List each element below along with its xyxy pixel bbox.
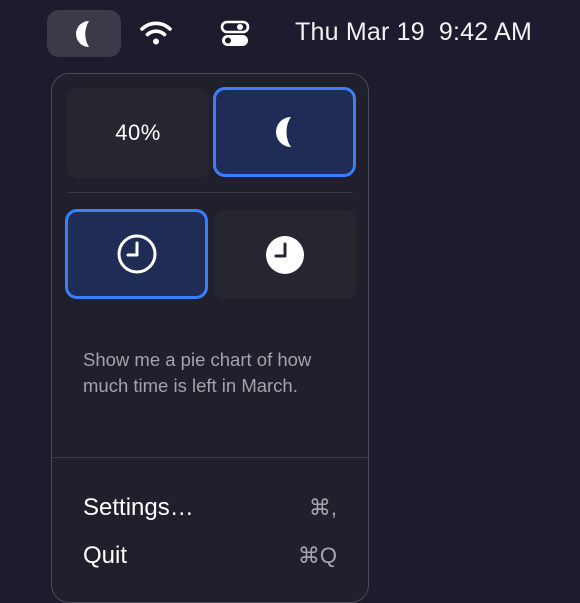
settings-label: Settings… (83, 494, 194, 521)
control-center-status-item[interactable] (220, 19, 250, 49)
menubar-date: Thu Mar 19 (295, 18, 425, 46)
quit-menu-item[interactable]: Quit ⌘Q (83, 539, 337, 573)
wifi-icon (140, 21, 172, 45)
quit-label: Quit (83, 542, 128, 569)
quit-shortcut: ⌘Q (297, 543, 337, 568)
clock-filled-option[interactable] (214, 210, 356, 299)
control-center-icon (220, 20, 250, 46)
clock-outline-option[interactable] (65, 209, 208, 299)
percent-mode-option[interactable]: 40% (67, 88, 209, 178)
pie-mode-option[interactable] (213, 87, 356, 177)
menu-bar: Thu Mar 19 9:42 AM (0, 0, 580, 66)
pie-menu-popover: 40% Show me a pie chart of how much time… (51, 73, 369, 603)
clock-outline-icon (117, 234, 156, 274)
percent-option-label: 40% (115, 120, 161, 145)
settings-shortcut: ⌘, (308, 495, 337, 520)
clock-filled-icon (266, 235, 304, 274)
menubar-clock[interactable]: Thu Mar 19 9:42 AM (295, 18, 532, 47)
settings-menu-item[interactable]: Settings… ⌘, (83, 491, 337, 525)
menubar-time: 9:42 AM (438, 18, 532, 46)
pie-half-icon (275, 117, 291, 147)
menu-divider (52, 457, 368, 458)
wifi-status-item[interactable] (138, 18, 174, 48)
prompt-text: Show me a pie chart of how much time is … (83, 349, 312, 396)
section-divider (67, 192, 353, 193)
pie-half-icon (76, 20, 89, 47)
pie-status-item[interactable] (47, 10, 121, 57)
